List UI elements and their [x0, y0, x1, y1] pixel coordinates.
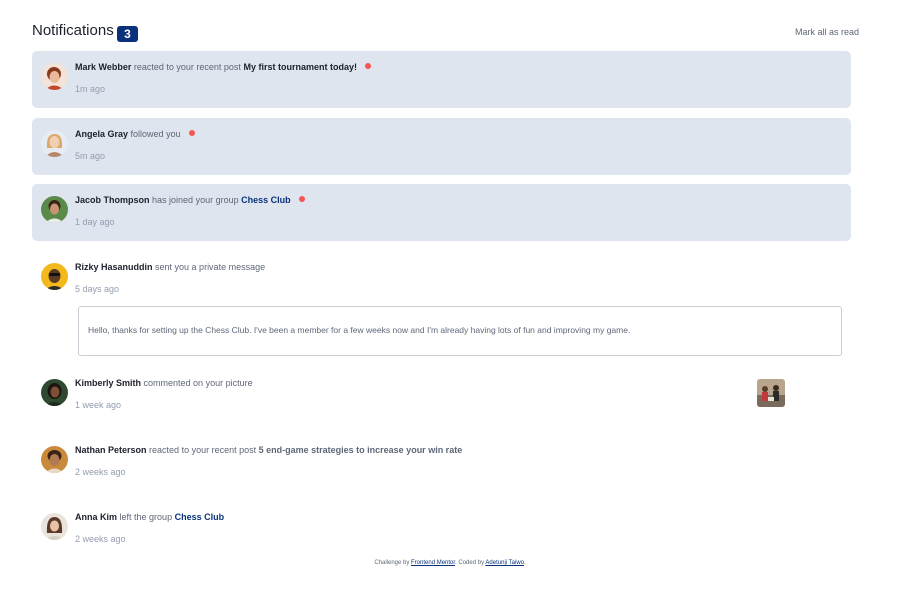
- avatar[interactable]: [41, 263, 68, 290]
- user-name-link[interactable]: Angela Gray: [75, 129, 128, 139]
- notification-action: reacted to your recent post: [149, 445, 257, 455]
- title-text: Notifications: [32, 22, 114, 39]
- unread-dot-icon: [299, 196, 306, 202]
- page-title: Notifications: [32, 22, 114, 39]
- notification-text: Mark Webber reacted to your recent post …: [75, 62, 372, 72]
- notifications-header: Notifications 3 Mark all as read: [32, 22, 859, 44]
- user-name-link[interactable]: Jacob Thompson: [75, 195, 150, 205]
- group-link[interactable]: Chess Club: [241, 195, 291, 205]
- avatar[interactable]: [41, 63, 68, 90]
- private-message[interactable]: Hello, thanks for setting up the Chess C…: [78, 306, 842, 356]
- notification-action: commented on your picture: [143, 378, 253, 388]
- notification-text: Jacob Thompson has joined your group Che…: [75, 195, 306, 205]
- unread-dot-icon: [365, 63, 372, 69]
- notification-item[interactable]: Kimberly Smith commented on your picture…: [32, 367, 851, 417]
- notification-time: 1 week ago: [75, 400, 122, 410]
- avatar[interactable]: [41, 130, 68, 157]
- attribution-footer: Challenge by Frontend Mentor. Coded by A…: [0, 560, 900, 566]
- user-name-link[interactable]: Anna Kim: [75, 512, 117, 522]
- footer-suffix: .: [524, 560, 526, 566]
- notification-text: Rizky Hasanuddin sent you a private mess…: [75, 262, 265, 272]
- notification-time: 1 day ago: [75, 217, 115, 227]
- frontend-mentor-link[interactable]: Frontend Mentor: [411, 560, 455, 566]
- user-name-link[interactable]: Kimberly Smith: [75, 378, 141, 388]
- user-name-link[interactable]: Mark Webber: [75, 62, 131, 72]
- user-name-link[interactable]: Nathan Peterson: [75, 445, 147, 455]
- notification-time: 2 weeks ago: [75, 467, 126, 477]
- notification-action: followed you: [130, 129, 181, 139]
- avatar[interactable]: [41, 196, 68, 223]
- notification-time: 1m ago: [75, 84, 106, 94]
- notification-text: Angela Gray followed you: [75, 129, 196, 139]
- notification-time: 5 days ago: [75, 284, 120, 294]
- group-link[interactable]: Chess Club: [175, 512, 225, 522]
- unread-dot-icon: [189, 130, 196, 136]
- notification-action: left the group: [119, 512, 173, 522]
- post-link[interactable]: My first tournament today!: [243, 62, 357, 72]
- notification-action: sent you a private message: [155, 262, 266, 272]
- footer-prefix: Challenge by: [374, 560, 410, 566]
- notification-item[interactable]: Jacob Thompson has joined your group Che…: [32, 184, 851, 241]
- avatar[interactable]: [41, 379, 68, 406]
- notification-item[interactable]: Mark Webber reacted to your recent post …: [32, 51, 851, 108]
- footer-middle: . Coded by: [455, 560, 485, 566]
- user-name-link[interactable]: Rizky Hasanuddin: [75, 262, 153, 272]
- notification-item[interactable]: Rizky Hasanuddin sent you a private mess…: [32, 251, 851, 301]
- notification-action: reacted to your recent post: [133, 62, 241, 72]
- picture-thumbnail[interactable]: [757, 379, 785, 407]
- mark-all-read-button[interactable]: Mark all as read: [795, 27, 859, 37]
- author-link[interactable]: Adetunji Taiwo: [485, 560, 524, 566]
- notification-text: Nathan Peterson reacted to your recent p…: [75, 445, 462, 455]
- notification-time: 2 weeks ago: [75, 534, 126, 544]
- unread-count-badge: 3: [117, 26, 138, 42]
- notification-item[interactable]: Anna Kim left the group Chess Club 2 wee…: [32, 501, 851, 551]
- avatar[interactable]: [41, 513, 68, 540]
- post-link[interactable]: 5 end-game strategies to increase your w…: [259, 445, 463, 455]
- notification-time: 5m ago: [75, 151, 106, 161]
- notification-action: has joined your group: [152, 195, 239, 205]
- notification-item[interactable]: Angela Gray followed you 5m ago: [32, 118, 851, 175]
- notification-text: Anna Kim left the group Chess Club: [75, 512, 224, 522]
- notification-item[interactable]: Nathan Peterson reacted to your recent p…: [32, 434, 851, 484]
- notification-text: Kimberly Smith commented on your picture: [75, 378, 253, 388]
- avatar[interactable]: [41, 446, 68, 473]
